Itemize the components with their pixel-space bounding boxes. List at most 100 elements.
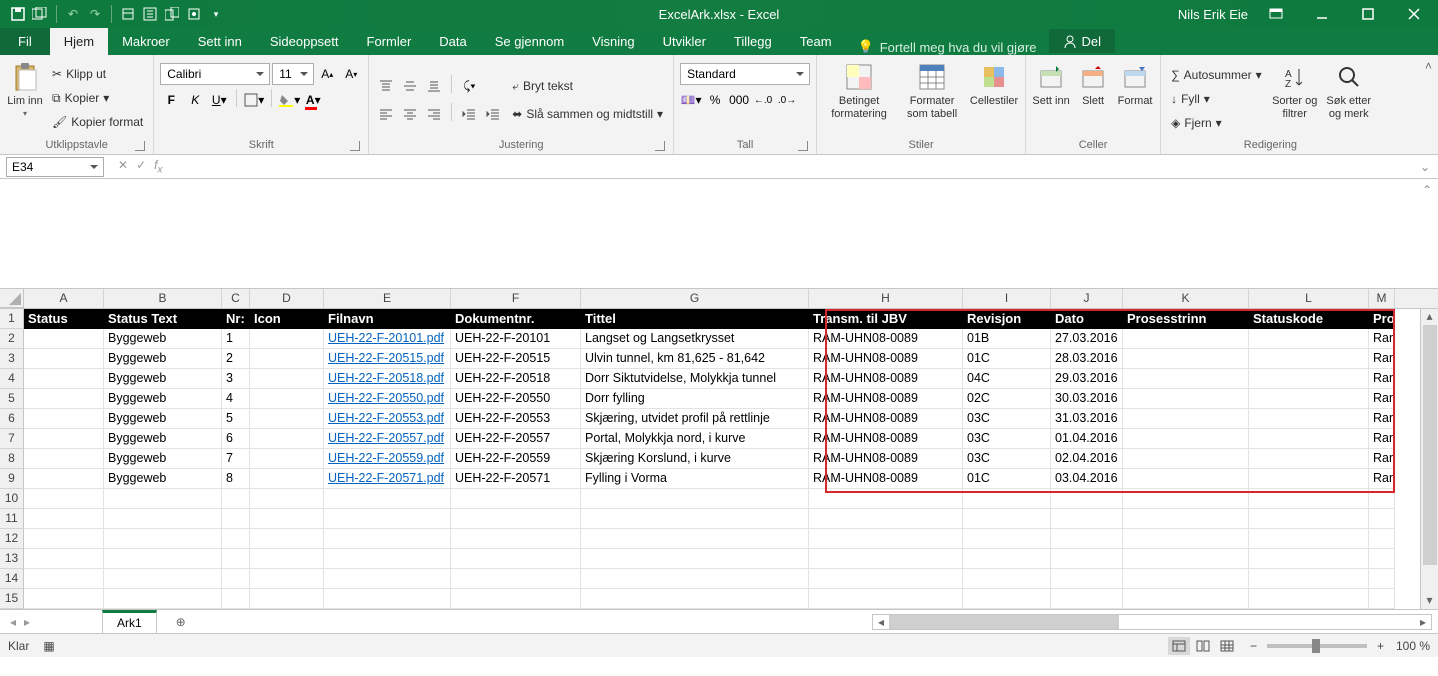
cell-rev[interactable]: 01C [963, 349, 1051, 369]
italic-button[interactable]: K [184, 89, 206, 111]
minimize-icon[interactable] [1304, 0, 1340, 28]
empty-cell[interactable] [1051, 509, 1123, 529]
cell-pro[interactable]: Ramb [1369, 349, 1395, 369]
align-middle-icon[interactable] [399, 75, 421, 97]
cell-statustext[interactable]: Byggeweb [104, 409, 222, 429]
cell-transm[interactable]: RAM-UHN08-0089 [809, 429, 963, 449]
empty-cell[interactable] [250, 529, 324, 549]
orientation-icon[interactable]: ⤹▾ [458, 75, 480, 97]
row-header[interactable]: 2 [0, 329, 24, 349]
cell-status[interactable] [24, 369, 104, 389]
cell-nr[interactable]: 3 [222, 369, 250, 389]
font-size-select[interactable]: 11 [272, 63, 314, 85]
cell-doknr[interactable]: UEH-22-F-20557 [451, 429, 581, 449]
cell-status[interactable] [24, 409, 104, 429]
row-header[interactable]: 3 [0, 349, 24, 369]
cell-tittel[interactable]: Portal, Molykkja nord, i kurve [581, 429, 809, 449]
accounting-format-icon[interactable]: 💷▾ [680, 89, 702, 111]
empty-cell[interactable] [963, 489, 1051, 509]
empty-cell[interactable] [104, 509, 222, 529]
increase-indent-icon[interactable] [482, 103, 504, 125]
row-header[interactable]: 6 [0, 409, 24, 429]
row-header[interactable]: 13 [0, 549, 24, 569]
autosum-button[interactable]: ∑Autosummer ▾ [1167, 64, 1266, 86]
tab-data[interactable]: Data [425, 28, 480, 55]
empty-cell[interactable] [809, 489, 963, 509]
cell-rev[interactable]: 03C [963, 429, 1051, 449]
empty-cell[interactable] [809, 589, 963, 609]
cell-dato[interactable]: 28.03.2016 [1051, 349, 1123, 369]
align-center-icon[interactable] [399, 103, 421, 125]
cell-skode[interactable] [1249, 369, 1369, 389]
empty-cell[interactable] [250, 569, 324, 589]
cell-transm[interactable]: RAM-UHN08-0089 [809, 329, 963, 349]
cell-icon[interactable] [250, 449, 324, 469]
table-header-cell[interactable]: Dato [1051, 309, 1123, 329]
cell-pros[interactable] [1123, 429, 1249, 449]
empty-cell[interactable] [581, 509, 809, 529]
empty-cell[interactable] [1123, 569, 1249, 589]
tab-visning[interactable]: Visning [578, 28, 648, 55]
cell-pros[interactable] [1123, 449, 1249, 469]
cell-doknr[interactable]: UEH-22-F-20571 [451, 469, 581, 489]
empty-cell[interactable] [222, 509, 250, 529]
cell-doknr[interactable]: UEH-22-F-20515 [451, 349, 581, 369]
format-table-button[interactable]: Formater som tabell [899, 59, 965, 137]
close-icon[interactable] [1396, 0, 1432, 28]
cell-dato[interactable]: 30.03.2016 [1051, 389, 1123, 409]
cell-icon[interactable] [250, 429, 324, 449]
empty-cell[interactable] [1051, 489, 1123, 509]
increase-decimal-icon[interactable]: ←.0 [752, 89, 774, 111]
col-header[interactable]: L [1249, 289, 1369, 308]
cell-nr[interactable]: 1 [222, 329, 250, 349]
cell-skode[interactable] [1249, 389, 1369, 409]
cell-transm[interactable]: RAM-UHN08-0089 [809, 349, 963, 369]
col-header[interactable]: A [24, 289, 104, 308]
col-header[interactable]: G [581, 289, 809, 308]
row-header[interactable]: 11 [0, 509, 24, 529]
empty-cell[interactable] [1369, 509, 1395, 529]
copy-button[interactable]: ⧉Kopier ▾ [48, 87, 147, 109]
cell-status[interactable] [24, 389, 104, 409]
cell-statustext[interactable]: Byggeweb [104, 389, 222, 409]
empty-cell[interactable] [250, 589, 324, 609]
empty-cell[interactable] [1051, 589, 1123, 609]
tab-settinn[interactable]: Sett inn [184, 28, 256, 55]
cell-skode[interactable] [1249, 409, 1369, 429]
font-color-button[interactable]: A▾ [302, 89, 324, 111]
empty-cell[interactable] [1369, 549, 1395, 569]
table-header-cell[interactable]: Dokumentnr. [451, 309, 581, 329]
empty-cell[interactable] [222, 569, 250, 589]
tab-utvikler[interactable]: Utvikler [649, 28, 720, 55]
row-header[interactable]: 12 [0, 529, 24, 549]
cell-statustext[interactable]: Byggeweb [104, 449, 222, 469]
empty-cell[interactable] [222, 529, 250, 549]
cell-tittel[interactable]: Ulvin tunnel, km 81,625 - 81,642 [581, 349, 809, 369]
empty-cell[interactable] [1123, 509, 1249, 529]
cell-tittel[interactable]: Skjæring Korslund, i kurve [581, 449, 809, 469]
dialog-launcher-icon[interactable] [135, 141, 145, 151]
table-header-cell[interactable]: Revisjon [963, 309, 1051, 329]
cell-filnavn[interactable]: UEH-22-F-20571.pdf [324, 469, 451, 489]
col-header[interactable]: E [324, 289, 451, 308]
cell-filnavn[interactable]: UEH-22-F-20101.pdf [324, 329, 451, 349]
tab-sideoppsett[interactable]: Sideoppsett [256, 28, 353, 55]
percent-icon[interactable]: % [704, 89, 726, 111]
empty-cell[interactable] [1123, 549, 1249, 569]
cell-skode[interactable] [1249, 449, 1369, 469]
cut-button[interactable]: ✂Klipp ut [48, 63, 147, 85]
cell-icon[interactable] [250, 369, 324, 389]
cell-pros[interactable] [1123, 469, 1249, 489]
cell-transm[interactable]: RAM-UHN08-0089 [809, 369, 963, 389]
add-sheet-icon[interactable]: ⊕ [169, 615, 193, 629]
align-top-icon[interactable] [375, 75, 397, 97]
empty-cell[interactable] [104, 489, 222, 509]
qat-icon-2[interactable] [140, 4, 160, 24]
cell-nr[interactable]: 7 [222, 449, 250, 469]
cell-rev[interactable]: 03C [963, 449, 1051, 469]
cell-icon[interactable] [250, 469, 324, 489]
row-header[interactable]: 8 [0, 449, 24, 469]
cell-pros[interactable] [1123, 389, 1249, 409]
table-header-cell[interactable]: Transm. til JBV [809, 309, 963, 329]
cell-transm[interactable]: RAM-UHN08-0089 [809, 449, 963, 469]
